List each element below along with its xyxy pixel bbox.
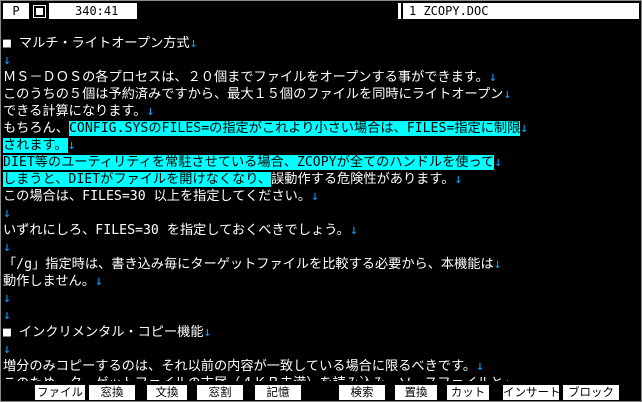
text-line: このため、ターゲットファイルの末尾（４ＫＢ未満）を読み込み、ソースファイルと↓ — [3, 375, 511, 381]
text-line: 動作しません。↓ — [3, 273, 103, 290]
line-text: この場合は、FILES=30 以上を指定してください。 — [3, 189, 312, 204]
line-text: 増分のみコピーするのは、それ以前の内容が一致している場合に限るべきです。 — [3, 359, 477, 374]
newline-mark-icon: ↓ — [3, 240, 11, 255]
newline-mark-icon: ↓ — [3, 291, 11, 306]
text-line: ↓ — [3, 239, 11, 256]
newline-mark-icon: ↓ — [488, 70, 497, 85]
editor-window: P 340:41 1 ZCOPY.DOC ■ マルチ・ライトオープン方式↓ ↓ Ｍ… — [0, 0, 642, 402]
line-text: もちろん、 — [3, 121, 69, 136]
line-text: 動作しません。 — [3, 274, 95, 289]
function-key-10[interactable]: インサート — [503, 385, 559, 400]
text-line: ↓ — [3, 341, 11, 358]
highlighted-text: されます。 — [3, 138, 68, 153]
line-text: このうちの５個は予約済みですから、最大１５個のファイルを同時にライトオープン — [3, 87, 504, 102]
status-bar: P 340:41 1 ZCOPY.DOC — [1, 1, 641, 21]
newline-mark-icon: ↓ — [146, 104, 155, 119]
highlighted-text: CONFIG.SYSのFILES=の指定がこれより小さい場合は、FILES=指定… — [68, 121, 521, 136]
newline-mark-icon: ↓ — [476, 359, 484, 374]
function-key-11[interactable]: ブロック — [563, 385, 619, 400]
line-text: ■ インクリメンタル・コピー機能 — [3, 325, 204, 340]
highlighted-text: DIET等のユーティリティを常駐させている場合、ZCOPYが全てのハンドルを使っ… — [3, 155, 495, 170]
text-line: いずれにしろ、FILES=30 を指定しておくべきでしょう。↓ — [3, 222, 358, 239]
function-key-bar: ファイル 窓換 文換 窓割 記憶 検索 置換 カット インサート ブロック — [1, 384, 641, 401]
newline-mark-icon: ↓ — [3, 308, 11, 323]
newline-mark-icon: ↓ — [189, 36, 198, 51]
newline-mark-icon: ↓ — [311, 189, 319, 204]
newline-mark-icon: ↓ — [3, 342, 11, 357]
function-key-3[interactable]: 文換 — [147, 385, 187, 400]
checkbox-icon[interactable] — [33, 5, 46, 18]
newline-mark-icon: ↓ — [349, 223, 358, 238]
newline-mark-icon: ↓ — [520, 121, 529, 136]
text-line: このうちの５個は予約済みですから、最大１５個のファイルを同時にライトオープン↓ — [3, 86, 511, 103]
text-line: 増分のみコピーするのは、それ以前の内容が一致している場合に限るべきです。↓ — [3, 358, 484, 375]
newline-mark-icon: ↓ — [203, 325, 212, 340]
text-line: ↓ — [3, 307, 11, 324]
mode-indicator: P — [3, 3, 29, 19]
newline-mark-icon: ↓ — [3, 206, 11, 221]
newline-mark-icon: ↓ — [503, 376, 511, 381]
tab-divider — [401, 3, 403, 19]
function-key-6[interactable] — [307, 385, 329, 400]
newline-mark-icon: ↓ — [94, 274, 103, 289]
newline-mark-icon: ↓ — [503, 87, 512, 102]
text-line: ↓ — [3, 205, 11, 222]
line-text: 「/g」指定時は、書き込み毎にターゲットファイルを比較する必要から、本機能は — [3, 257, 494, 272]
newline-mark-icon: ↓ — [494, 155, 503, 170]
line-text: できる計算になります。 — [3, 104, 147, 119]
function-key-5[interactable]: 記憶 — [255, 385, 301, 400]
line-text: ＭＳ－ＤＯＳの各プロセスは、２０個までファイルをオープンする事ができます。 — [3, 70, 489, 85]
text-line: この場合は、FILES=30 以上を指定してください。↓ — [3, 188, 319, 205]
text-line: ■ インクリメンタル・コピー機能↓ — [3, 324, 211, 341]
text-line: ＭＳ－ＤＯＳの各プロセスは、２０個までファイルをオープンする事ができます。↓ — [3, 69, 497, 86]
newline-mark-icon: ↓ — [3, 53, 11, 68]
function-key-8[interactable]: 置換 — [395, 385, 437, 400]
cursor-position: 340:41 — [49, 3, 137, 19]
text-area[interactable]: ■ マルチ・ライトオープン方式↓ ↓ ＭＳ－ＤＯＳの各プロセスは、２０個までファイ… — [1, 23, 641, 381]
newline-mark-icon: ↓ — [454, 172, 463, 187]
text-line: ↓ — [3, 52, 11, 69]
file-name: 1 ZCOPY.DOC — [409, 4, 489, 18]
text-line: ↓ — [3, 290, 11, 307]
function-key-9[interactable]: カット — [447, 385, 489, 400]
highlighted-text: しまうと、DIETがファイルを開けなくなり、 — [3, 172, 272, 187]
function-key-4[interactable]: 窓割 — [197, 385, 243, 400]
text-line: 「/g」指定時は、書き込み毎にターゲットファイルを比較する必要から、本機能は↓ — [3, 256, 502, 273]
text-line: しまうと、DIETがファイルを開けなくなり、誤動作する危険性があります。↓ — [3, 171, 462, 188]
function-key-2[interactable]: 窓換 — [89, 385, 135, 400]
text-line: されます。↓ — [3, 137, 76, 154]
newline-mark-icon: ↓ — [67, 138, 76, 153]
line-text: いずれにしろ、FILES=30 を指定しておくべきでしょう。 — [3, 223, 350, 238]
text-line: ■ マルチ・ライトオープン方式↓ — [3, 35, 197, 52]
function-key-7[interactable]: 検索 — [339, 385, 385, 400]
text-line: DIET等のユーティリティを常駐させている場合、ZCOPYが全てのハンドルを使っ… — [3, 154, 502, 171]
text-line: できる計算になります。↓ — [3, 103, 154, 120]
line-text: このため、ターゲットファイルの末尾（４ＫＢ未満）を読み込み、ソースファイルと — [3, 376, 503, 381]
text-line: もちろん、CONFIG.SYSのFILES=の指定がこれより小さい場合は、FIL… — [3, 120, 528, 137]
function-key-1[interactable]: ファイル — [35, 385, 85, 400]
line-text: 誤動作する危険性があります。 — [271, 172, 455, 187]
newline-mark-icon: ↓ — [493, 257, 502, 272]
line-text: ■ マルチ・ライトオープン方式 — [3, 36, 190, 51]
